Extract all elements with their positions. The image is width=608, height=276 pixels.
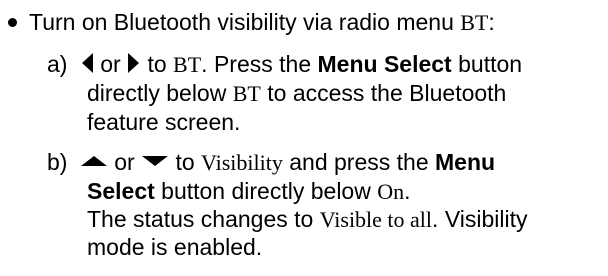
step-b-line-3: The status changes to Visible to all. Vi…: [87, 205, 527, 234]
step-a-or: or: [93, 51, 128, 77]
step-b-line-1: b) or to Visibility and press the Menu: [47, 148, 495, 177]
up-arrow-icon: [80, 156, 107, 166]
step-a-to: to: [141, 51, 174, 77]
step-b-line2-rest: button directly below: [154, 178, 378, 204]
step-b-line2-end: .: [404, 178, 411, 204]
step-a-menu-bt: BT: [173, 52, 202, 77]
step-b-item-visibility: Visibility: [201, 150, 283, 175]
step-a-line2-menu: BT: [232, 81, 261, 106]
step-a-line-2: directly below BT to access the Bluetoot…: [87, 79, 506, 108]
step-a-line3-text: feature screen.: [87, 109, 241, 135]
right-arrow-icon: [128, 53, 140, 73]
step-a-line-3: feature screen.: [87, 108, 240, 136]
step-a-line2-text: directly below: [87, 80, 233, 106]
step-b-status-rest: . Visibility: [432, 206, 528, 232]
step-b-line4-text: mode is enabled.: [87, 234, 263, 260]
step-a-button-name: Menu Select: [317, 51, 452, 77]
down-arrow-icon: [142, 156, 169, 166]
bullet-text-after: :: [488, 9, 495, 35]
step-b-option-on: On: [377, 179, 405, 204]
step-b-status-value: Visible to all: [319, 207, 433, 232]
step-b-press: and press the: [282, 149, 436, 175]
bullet-dot: [8, 18, 17, 27]
step-b-button-part1: Menu: [435, 149, 496, 175]
step-a-line2-rest: to access the Bluetooth: [260, 80, 507, 106]
left-arrow-icon: [81, 53, 93, 73]
step-a-press: . Press the: [201, 51, 318, 77]
step-b-line-4: mode is enabled.: [87, 233, 262, 261]
bullet-text-before: Turn on Bluetooth visibility via radio m…: [29, 9, 461, 35]
step-b-line-2: Select button directly below On.: [87, 177, 411, 206]
step-b-button-part2: Select: [87, 178, 155, 204]
step-b-or: or: [107, 149, 142, 175]
step-a-line-1: a) or to BT. Press the Menu Select butto…: [47, 50, 522, 79]
step-b-to: to: [169, 149, 202, 175]
bullet-text: Turn on Bluetooth visibility via radio m…: [29, 8, 495, 37]
step-a-marker: a): [47, 51, 68, 77]
step-b-status-text: The status changes to: [87, 206, 320, 232]
step-b-marker: b): [47, 149, 68, 175]
step-a-button-rest: button: [451, 51, 523, 77]
menu-name-bt: BT: [460, 10, 489, 35]
